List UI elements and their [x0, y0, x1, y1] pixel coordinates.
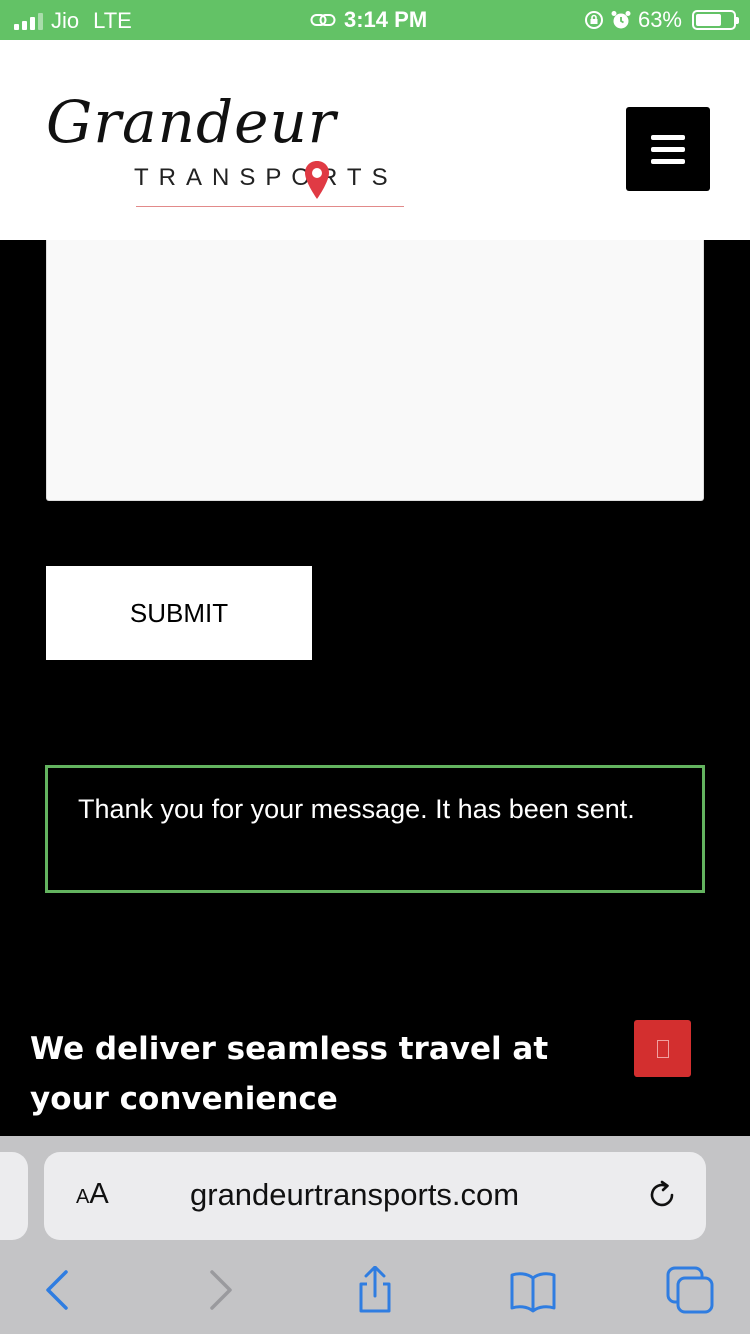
signal-strength-icon: [14, 12, 43, 30]
missing-glyph-icon: [656, 1039, 669, 1058]
share-icon[interactable]: [351, 1266, 399, 1314]
battery-percent: 63%: [637, 7, 682, 32]
status-bar: Jio LTE 3:14 PM 63%: [0, 0, 750, 40]
tabs-icon[interactable]: [666, 1266, 714, 1314]
site-header: Grandeur TRANSPORTS: [0, 40, 750, 240]
rotation-lock-icon: [584, 11, 603, 29]
network-label: LTE: [93, 8, 132, 33]
logo-subtitle: TRANSPORTS: [134, 164, 398, 191]
submit-button[interactable]: SUBMIT: [46, 566, 312, 660]
hamburger-menu-icon-bar: [651, 158, 685, 164]
forward-arrow-icon[interactable]: [196, 1266, 244, 1314]
back-arrow-icon[interactable]: [34, 1266, 82, 1314]
logo-underline: [136, 206, 404, 207]
reload-icon[interactable]: [645, 1178, 679, 1212]
previous-tab-edge[interactable]: [0, 1152, 28, 1240]
footer-tagline: We deliver seamless travel at your conve…: [30, 1031, 549, 1117]
location-pin-icon: [305, 161, 329, 199]
status-right: 63%: [584, 7, 739, 33]
carrier-label: Jio: [51, 8, 80, 33]
hamburger-menu-button[interactable]: [626, 107, 710, 191]
clock: 3:14 PM: [344, 7, 428, 32]
message-textarea[interactable]: [46, 240, 704, 501]
hamburger-menu-icon-bar: [651, 134, 685, 140]
status-center: 3:14 PM: [310, 7, 427, 33]
form-response-message: Thank you for your message. It has been …: [45, 765, 705, 893]
status-left: Jio LTE: [14, 8, 132, 34]
reader-options-small-a: A: [76, 1186, 90, 1208]
logo-script-text: Grandeur: [46, 88, 337, 156]
site-logo[interactable]: Grandeur TRANSPORTS: [46, 88, 416, 210]
alarm-icon: [611, 11, 631, 29]
link-icon: [310, 14, 336, 26]
bookmarks-icon[interactable]: [509, 1266, 557, 1314]
battery-icon: [692, 10, 739, 30]
reader-options-button[interactable]: AA: [76, 1178, 109, 1211]
reader-options-large-a: A: [89, 1178, 109, 1210]
scroll-to-top-button[interactable]: [634, 1020, 691, 1077]
url-text[interactable]: grandeurtransports.com: [190, 1177, 519, 1213]
hamburger-menu-icon-bar: [651, 146, 685, 152]
